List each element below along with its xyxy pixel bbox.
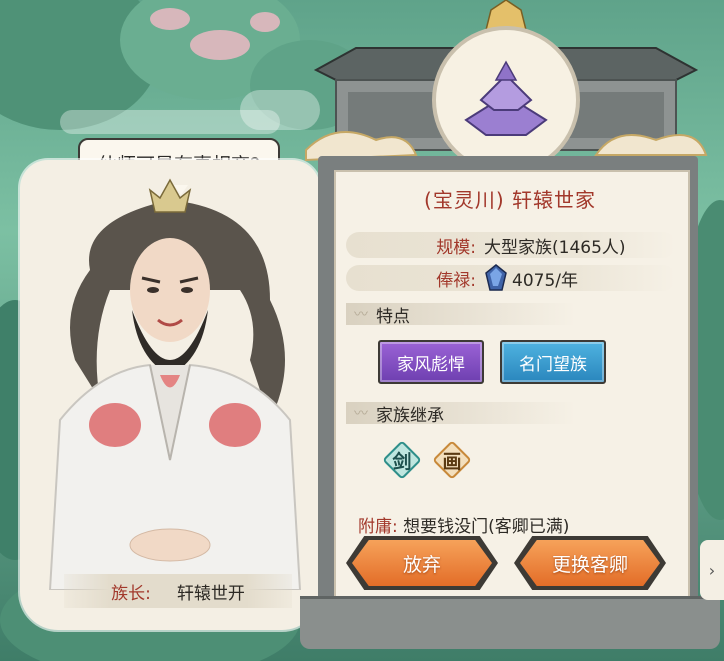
clan-scale-value: 大型家族(1465人) [484,237,626,258]
painting-skill-icon[interactable]: 画 [432,440,472,480]
replace-retainer-button-label: 更换客卿 [551,553,628,576]
clan-leader-portrait-card: 族长: 轩辕世开 [20,160,320,630]
retainer-value: 想要钱没门(客卿已满) [403,517,570,537]
replace-retainer-button[interactable]: 更换客卿 [520,540,660,586]
clan-title: (宝灵川) 轩辕世家 [424,188,596,212]
spirit-stone-icon [485,264,507,291]
clan-leader-portrait [48,178,302,590]
sword-skill-icon[interactable]: 剑 [382,440,422,480]
inheritance-heading-text: 家族继承 [376,405,444,426]
inheritance-heading: 〰 家族继承 [346,402,576,426]
retainer-label: 附庸: [358,517,398,537]
clan-scale-label: 规模: [436,237,476,258]
abandon-button-label: 放弃 [402,553,441,576]
swirl-ornament-icon: 〰 [354,406,368,422]
trait-badge-1[interactable]: 家风彪悍 [378,340,484,384]
clan-leader-name: 轩辕世开 [176,583,245,604]
clan-salary-row: 俸禄: 4075/年 [346,264,676,292]
trait-badge-2[interactable]: 名门望族 [500,340,606,384]
retainer-line: 附庸: 想要钱没门(客卿已满) [358,512,569,537]
clan-salary-label: 俸禄: [436,270,476,291]
clan-salary-value: 4075/年 [512,270,578,291]
pavilion-frame-roof [305,0,708,170]
traits-heading-text: 特点 [376,306,410,327]
trait-label: 名门望族 [519,354,587,375]
trait-label: 家风彪悍 [397,354,465,375]
abandon-button[interactable]: 放弃 [352,540,492,586]
clan-salary: 4075/年 [484,264,578,292]
clan-scale-row: 规模: 大型家族(1465人) [346,232,676,258]
chevron-right-icon[interactable]: › [700,540,724,600]
clan-leader-bar: 族长: 轩辕世开 [64,574,292,608]
panel-base [300,596,720,649]
traits-heading: 〰 特点 [346,303,576,327]
clan-leader-label: 族长: [111,583,151,604]
swirl-ornament-icon: 〰 [354,307,368,323]
